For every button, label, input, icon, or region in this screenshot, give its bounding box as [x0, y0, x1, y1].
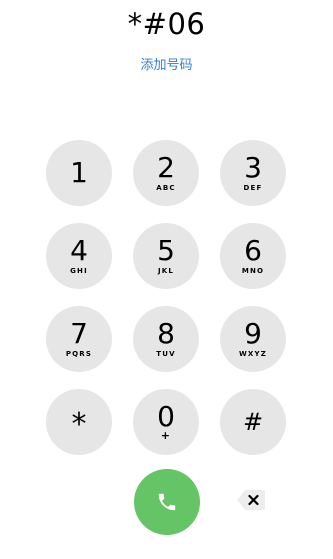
key-digit: 7	[70, 317, 88, 350]
key-6[interactable]: 6 MNO	[220, 223, 286, 289]
key-letters: DEF	[243, 184, 263, 192]
key-digit: #	[242, 408, 264, 436]
key-letters: GHI	[70, 267, 88, 275]
key-letters: WXYZ	[238, 350, 268, 358]
key-letters: JKL	[157, 267, 175, 275]
backspace-delete-icon	[236, 489, 266, 511]
key-hash[interactable]: #	[220, 389, 286, 455]
key-digit: 6	[244, 234, 262, 267]
key-digit: 4	[70, 234, 88, 267]
key-7[interactable]: 7 PQRS	[46, 306, 112, 372]
key-1[interactable]: 1	[46, 140, 112, 206]
key-8[interactable]: 8 TUV	[133, 306, 199, 372]
key-plus-label: +	[160, 429, 172, 442]
key-2[interactable]: 2 ABC	[133, 140, 199, 206]
call-button[interactable]	[134, 469, 200, 535]
key-5[interactable]: 5 JKL	[133, 223, 199, 289]
number-display: *#06	[127, 7, 206, 41]
key-digit: 5	[157, 234, 175, 267]
key-digit: 2	[157, 151, 175, 184]
key-letters: ABC	[156, 184, 176, 192]
key-digit: 0	[157, 400, 175, 433]
add-number-link[interactable]: 添加号码	[0, 56, 333, 76]
key-digit: *	[71, 407, 87, 442]
key-0[interactable]: 0 +	[133, 389, 199, 455]
key-digit: 9	[244, 317, 262, 350]
key-9[interactable]: 9 WXYZ	[220, 306, 286, 372]
key-3[interactable]: 3 DEF	[220, 140, 286, 206]
key-letters: PQRS	[65, 350, 93, 358]
key-digit: 8	[157, 317, 175, 350]
key-letters: TUV	[156, 350, 176, 358]
phone-handset-icon	[156, 491, 178, 513]
delete-button[interactable]	[236, 489, 266, 511]
key-4[interactable]: 4 GHI	[46, 223, 112, 289]
key-star[interactable]: *	[46, 389, 112, 455]
key-digit: 3	[244, 151, 262, 184]
key-letters: MNO	[241, 267, 265, 275]
key-digit: 1	[70, 156, 88, 189]
